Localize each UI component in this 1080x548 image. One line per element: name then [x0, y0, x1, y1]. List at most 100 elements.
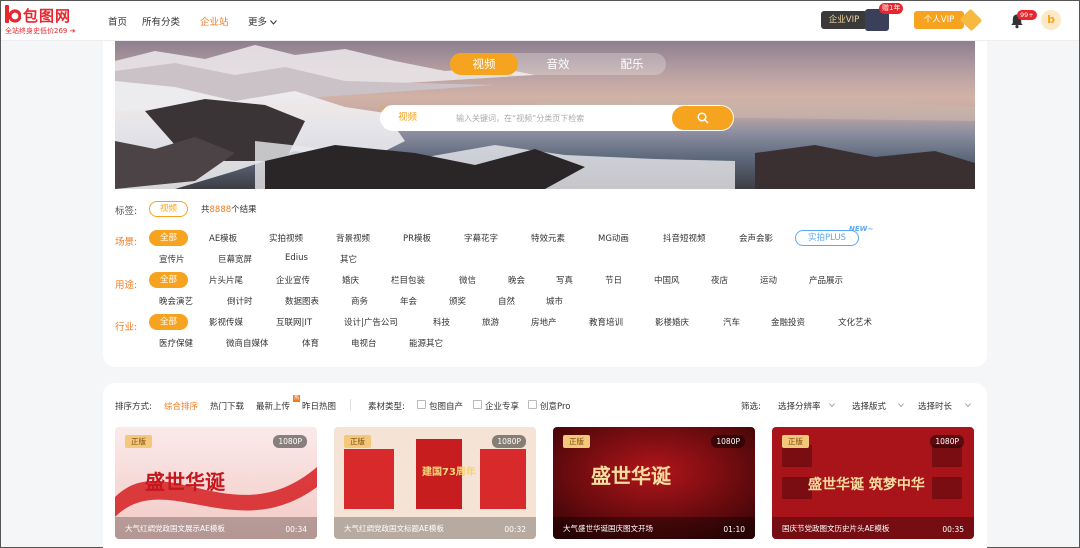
scene-chip[interactable]: 背景视频	[336, 232, 370, 244]
tab-music[interactable]: 配乐	[598, 53, 666, 75]
usage-chip[interactable]: 栏目包装	[391, 274, 425, 286]
usage-chip[interactable]: 微信	[459, 274, 476, 286]
sort-yesterday-hot[interactable]: 昨日热图	[302, 400, 336, 412]
industry-chip[interactable]: 房地产	[531, 316, 557, 328]
material-option[interactable]: 创意Pro	[540, 400, 571, 412]
divider	[350, 399, 351, 410]
industry-chip[interactable]: 电视台	[351, 337, 377, 349]
scene-chip[interactable]: 全部	[149, 230, 189, 246]
industry-chip[interactable]: 金融投资	[771, 316, 805, 328]
result-count: 共8888个结果	[201, 205, 257, 215]
industry-chip[interactable]: 文化艺术	[838, 316, 872, 328]
video-card[interactable]: 盛世华诞 正版 1080P 大气盛世华诞国庆图文开场 01:10	[553, 427, 755, 539]
usage-chip[interactable]: 节日	[605, 274, 622, 286]
video-title: 国庆节党政图文历史片头AE模板	[782, 524, 890, 533]
nav-more[interactable]: 更多	[248, 14, 277, 28]
usage-chip[interactable]: 产品展示	[809, 274, 843, 286]
scene-chip[interactable]: 巨幕宽屏	[218, 253, 252, 265]
industry-chip[interactable]: 旅游	[482, 316, 499, 328]
usage-chip[interactable]: 运动	[760, 274, 777, 286]
selected-tag[interactable]: 视频	[149, 201, 189, 217]
industry-chip[interactable]: 医疗保健	[159, 337, 193, 349]
material-checkbox[interactable]	[417, 400, 426, 409]
industry-chip[interactable]: 设计|广告公司	[344, 316, 398, 328]
material-option[interactable]: 包图自产	[429, 400, 463, 412]
thumbnail-text: 建国73周年	[421, 465, 476, 478]
industry-chip[interactable]: 微商自媒体	[226, 337, 269, 349]
industry-chip[interactable]: 影视传媒	[209, 316, 243, 328]
usage-chip[interactable]: 夜店	[711, 274, 728, 286]
logo-icon	[5, 5, 21, 23]
video-card[interactable]: 盛世华诞 筑梦中华 正版 1080P 国庆节党政图文历史片头AE模板 00:35	[772, 427, 974, 539]
industry-chip[interactable]: 教育培训	[589, 316, 623, 328]
search-type-select[interactable]: 视频	[398, 105, 417, 131]
usage-chip[interactable]: 婚庆	[342, 274, 359, 286]
industry-chip[interactable]: 体育	[302, 337, 319, 349]
scene-chip[interactable]: PR模板	[403, 232, 431, 244]
scene-chip[interactable]: 抖音短视频	[663, 232, 706, 244]
usage-chip[interactable]: 晚会	[508, 274, 525, 286]
usage-chip[interactable]: 全部	[149, 272, 189, 288]
nav-enterprise[interactable]: 企业站	[200, 14, 229, 28]
tab-video[interactable]: 视频	[450, 53, 518, 75]
usage-chip[interactable]: 片头片尾	[209, 274, 243, 286]
video-title: 大气红绸党政国文标题AE模板	[344, 524, 444, 533]
usage-chip[interactable]: 倒计时	[227, 295, 253, 307]
personal-vip-button[interactable]: 个人VIP	[914, 11, 964, 29]
industry-chip[interactable]: 汽车	[723, 316, 740, 328]
material-option[interactable]: 企业专享	[485, 400, 519, 412]
duration-select[interactable]: 选择时长	[918, 400, 952, 412]
scene-chip[interactable]: 特效元素	[531, 232, 565, 244]
scene-chip[interactable]: 实拍视频	[269, 232, 303, 244]
industry-chip[interactable]: 全部	[149, 314, 189, 330]
usage-chip[interactable]: 中国风	[654, 274, 680, 286]
top-navbar: 包图网 全站终身史低价269 ➔ 首页 所有分类 企业站 更多 企业VIP 赠1…	[1, 1, 1079, 41]
industry-chip[interactable]: 影楼婚庆	[655, 316, 689, 328]
tab-sound-effect[interactable]: 音效	[524, 53, 592, 75]
scene-label: 场景:	[115, 237, 138, 248]
sort-hot-download[interactable]: 热门下载	[210, 400, 244, 412]
usage-chip[interactable]: 年会	[400, 295, 417, 307]
avatar[interactable]: b	[1041, 10, 1061, 30]
video-card[interactable]: 建国73周年 正版 1080P 大气红绸党政国文标题AE模板 00:32	[334, 427, 536, 539]
licensed-badge: 正版	[344, 435, 371, 448]
logo-promo[interactable]: 全站终身史低价269 ➔	[5, 26, 75, 36]
usage-chip[interactable]: 城市	[546, 295, 563, 307]
search-button[interactable]	[672, 106, 733, 130]
scene-chip[interactable]: Edius	[285, 253, 308, 263]
resolution-select[interactable]: 选择分辨率	[778, 400, 821, 412]
scene-chip[interactable]: MG动画	[598, 232, 629, 244]
sort-comprehensive[interactable]: 综合排序	[164, 400, 198, 412]
scene-chip[interactable]: AE模板	[209, 232, 237, 244]
search-input[interactable]	[456, 105, 666, 131]
usage-chip[interactable]: 数据图表	[285, 295, 319, 307]
scene-chip[interactable]: 字幕花字	[464, 232, 498, 244]
filter-panel: 视频 音效 配乐 视频 标签: 视频 共8888个结果 场景: 全部 AE模板 …	[103, 41, 987, 367]
scene-chip[interactable]: 会声会影	[739, 232, 773, 244]
usage-chip[interactable]: 商务	[351, 295, 368, 307]
usage-chip[interactable]: 颁奖	[449, 295, 466, 307]
industry-chip[interactable]: 科技	[433, 316, 450, 328]
nav-all-categories[interactable]: 所有分类	[142, 14, 180, 28]
vip-gift-badge: 赠1年	[879, 3, 904, 14]
scene-chip[interactable]: 其它	[340, 253, 357, 265]
resolution-badge: 1080P	[930, 435, 964, 448]
industry-chip[interactable]: 能源其它	[409, 337, 443, 349]
chevron-down-icon	[829, 403, 835, 408]
material-type-label: 素材类型:	[368, 402, 405, 412]
layout-select[interactable]: 选择版式	[852, 400, 886, 412]
usage-chip[interactable]: 企业宣传	[276, 274, 310, 286]
sort-latest[interactable]: 最新上传	[256, 400, 290, 412]
usage-chip[interactable]: 写真	[556, 274, 573, 286]
corporate-vip-button[interactable]: 企业VIP	[821, 11, 867, 29]
industry-chip[interactable]: 互联网|IT	[276, 316, 312, 328]
video-title: 大气红绸党政国文展示AE模板	[125, 524, 225, 533]
usage-chip[interactable]: 自然	[498, 295, 515, 307]
video-card[interactable]: 盛世华诞 正版 1080P 大气红绸党政国文展示AE模板 00:34	[115, 427, 317, 539]
nav-home[interactable]: 首页	[108, 14, 127, 28]
material-checkbox[interactable]	[473, 400, 482, 409]
video-title: 大气盛世华诞国庆图文开场	[563, 524, 653, 533]
scene-chip[interactable]: 宣传片	[159, 253, 185, 265]
usage-chip[interactable]: 晚会演艺	[159, 295, 193, 307]
material-checkbox[interactable]	[528, 400, 537, 409]
